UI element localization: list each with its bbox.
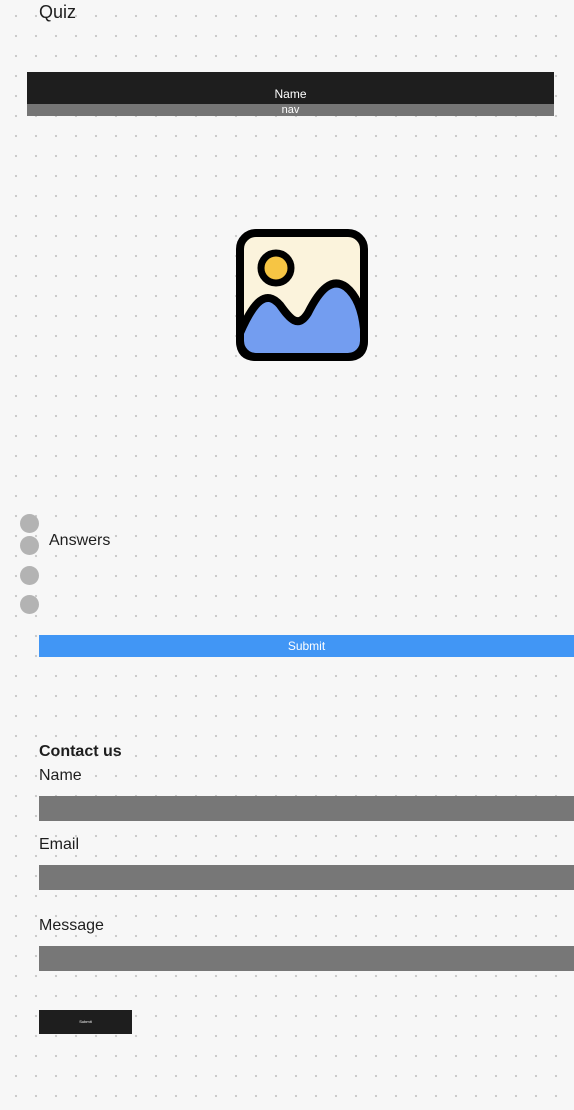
answer-option-radio[interactable]: [20, 566, 39, 585]
message-field[interactable]: [39, 946, 574, 971]
header-bar: Name: [27, 72, 554, 104]
answer-option-radio[interactable]: [20, 595, 39, 614]
message-label: Message: [39, 917, 104, 934]
email-field[interactable]: [39, 865, 574, 890]
image-placeholder-icon: [236, 229, 368, 366]
answer-option-radio[interactable]: [20, 536, 39, 555]
contact-heading: Contact us: [39, 743, 122, 760]
email-label: Email: [39, 836, 80, 853]
name-field[interactable]: [39, 796, 574, 821]
contact-submit-button[interactable]: Submit: [39, 1010, 132, 1034]
nav-bar[interactable]: nav: [27, 104, 554, 116]
name-label: Name: [39, 767, 82, 784]
answers-label: Answers: [49, 532, 111, 549]
answer-option-radio[interactable]: [20, 514, 39, 533]
quiz-submit-button[interactable]: Submit: [39, 635, 574, 657]
page-title: Quiz: [39, 2, 77, 22]
header-name: Name: [274, 87, 307, 101]
